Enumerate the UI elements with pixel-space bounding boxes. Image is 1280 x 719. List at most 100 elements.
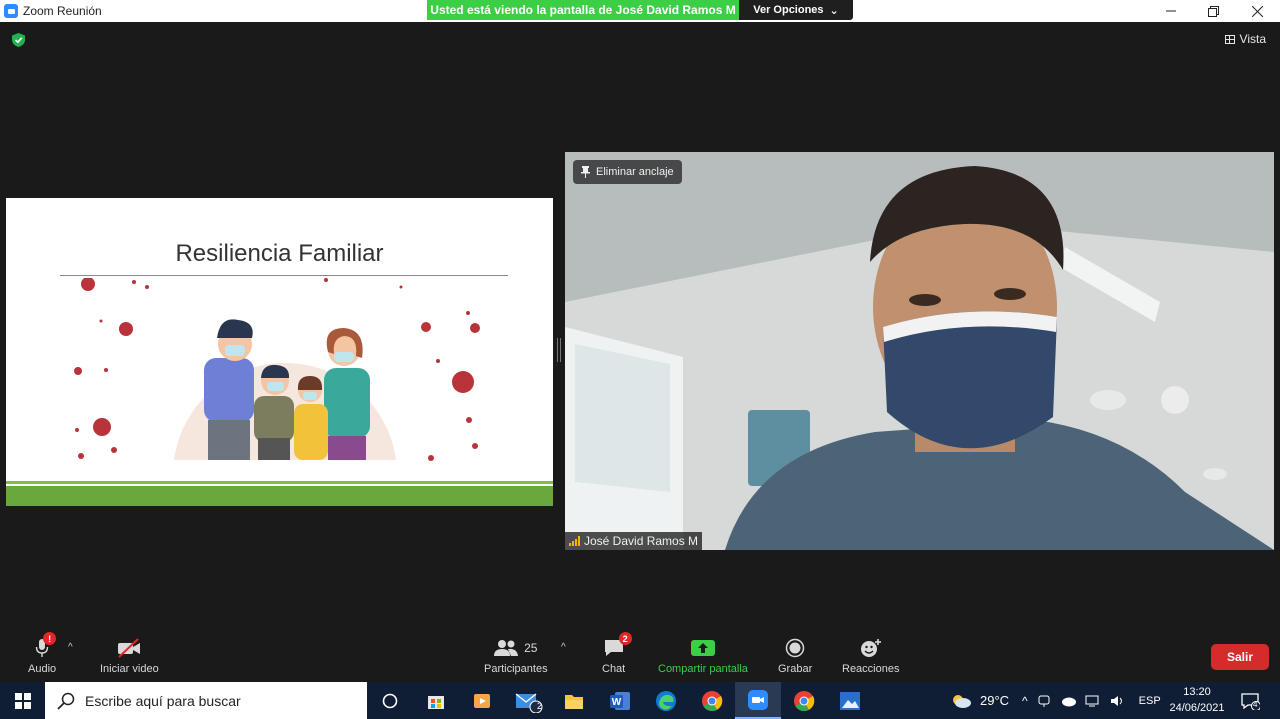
action-center-button[interactable]: 4: [1240, 682, 1260, 719]
participants-options-caret-icon[interactable]: ^: [561, 642, 566, 653]
cloud-sun-icon: [953, 694, 971, 708]
close-icon: [1251, 5, 1263, 17]
chat-button[interactable]: 2 Chat: [602, 632, 632, 675]
zoom-app-icon: [4, 4, 18, 18]
minimize-button[interactable]: [1148, 0, 1194, 22]
store-icon: [428, 695, 444, 709]
record-label: Grabar: [778, 663, 813, 675]
windows-taskbar: Escribe aquí para buscar 2 W 29°C ^ ESP …: [0, 682, 1280, 719]
screen-share-banner: Usted está viendo la pantalla de José Da…: [427, 0, 739, 20]
folder-icon: [565, 694, 583, 709]
start-video-label: Iniciar video: [100, 663, 159, 675]
photos-icon: [840, 691, 860, 710]
family-masks-illustration: [74, 278, 480, 461]
slide-footer-accent: [6, 481, 553, 484]
system-tray: ^ ESP: [1022, 682, 1161, 719]
record-icon: [785, 638, 805, 658]
participants-icon: [494, 640, 519, 656]
chat-label: Chat: [602, 663, 626, 675]
share-screen-button[interactable]: Compartir pantalla: [658, 636, 748, 675]
temperature: 29°C: [980, 693, 1010, 708]
windows-logo-icon: [14, 692, 31, 709]
chevron-down-icon: ⌄: [829, 4, 839, 17]
network-icon[interactable]: [1085, 694, 1101, 708]
start-video-button[interactable]: Iniciar video: [100, 636, 159, 675]
participants-label: Participantes: [484, 663, 548, 675]
camera-tray-icon[interactable]: [1037, 694, 1051, 708]
task-view-button[interactable]: [367, 682, 413, 719]
taskbar-chrome-2[interactable]: [781, 682, 827, 719]
taskbar-edge[interactable]: [643, 682, 689, 719]
share-screen-label: Compartir pantalla: [658, 663, 748, 675]
participant-name-tag: José David Ramos M: [565, 532, 703, 550]
shared-screen-slide: Resiliencia Familiar: [6, 198, 553, 506]
mail-badge: 2: [537, 701, 543, 711]
emoji-plus-icon: [860, 639, 881, 657]
slide-title-underline: [60, 275, 508, 276]
audio-label: Audio: [28, 663, 57, 675]
meeting-area: Vista Resiliencia Familiar Eliminar ancl…: [0, 22, 1280, 630]
meeting-toolbar: ! Audio ^ Iniciar video 25 Participantes…: [0, 630, 1280, 682]
participant-video-tile[interactable]: Eliminar anclaje José David Ramos M: [565, 152, 1274, 550]
taskbar-search-box[interactable]: Escribe aquí para buscar: [45, 682, 367, 719]
pin-icon: [581, 166, 590, 178]
taskbar-mail[interactable]: 2: [505, 682, 551, 719]
start-button[interactable]: [0, 682, 45, 719]
taskbar-zoom[interactable]: [735, 682, 781, 719]
chrome-icon: [794, 690, 815, 711]
restore-icon: [1207, 5, 1219, 17]
view-options-button[interactable]: Ver Opciones ⌄: [739, 0, 853, 20]
window-title: Zoom Reunión: [23, 4, 102, 18]
record-button[interactable]: Grabar: [778, 636, 812, 675]
audio-options-caret-icon[interactable]: ^: [68, 642, 73, 653]
participant-name: José David Ramos M: [584, 534, 699, 548]
chat-unread-badge: 2: [618, 632, 632, 645]
encryption-shield-icon[interactable]: [12, 33, 25, 47]
participant-video-feed: [565, 152, 1274, 550]
minimize-icon: [1166, 10, 1176, 12]
notification-count: 4: [1253, 700, 1258, 709]
share-screen-icon: [690, 640, 715, 656]
input-language[interactable]: ESP: [1139, 695, 1161, 707]
edge-icon: [656, 690, 676, 711]
taskbar-photos[interactable]: [827, 682, 873, 719]
task-view-icon: [382, 693, 398, 708]
word-icon: W: [610, 691, 630, 710]
chrome-icon: [702, 690, 723, 711]
grid-icon: [1224, 34, 1235, 44]
tray-overflow-chevron-icon[interactable]: ^: [1022, 694, 1028, 708]
taskbar-store[interactable]: [413, 682, 459, 719]
view-options-label: Ver Opciones: [753, 4, 824, 16]
view-button[interactable]: Vista: [1224, 32, 1266, 46]
layout-resize-handle[interactable]: [557, 338, 561, 362]
participants-button[interactable]: 25 Participantes: [484, 636, 548, 675]
media-player-icon: [474, 693, 490, 708]
clock-date: 24/06/2021: [1169, 702, 1225, 714]
search-icon: [57, 692, 75, 710]
unpin-button[interactable]: Eliminar anclaje: [573, 160, 682, 184]
slide-footer-bar: [6, 486, 553, 506]
taskbar-clock[interactable]: 13:20 24/06/2021: [1162, 684, 1232, 716]
audio-button[interactable]: ! Audio: [28, 632, 57, 675]
taskbar-media-player[interactable]: [459, 682, 505, 719]
onedrive-cloud-icon[interactable]: [1060, 695, 1076, 707]
weather-widget[interactable]: 29°C: [950, 682, 1009, 719]
reactions-label: Reacciones: [842, 663, 900, 675]
clock-time: 13:20: [1183, 686, 1211, 698]
view-label: Vista: [1239, 32, 1266, 46]
taskbar-word[interactable]: W: [597, 682, 643, 719]
slide-title: Resiliencia Familiar: [175, 240, 384, 267]
restore-button[interactable]: [1190, 0, 1236, 22]
close-button[interactable]: [1234, 0, 1280, 22]
search-placeholder: Escribe aquí para buscar: [85, 692, 241, 709]
unpin-label: Eliminar anclaje: [596, 166, 674, 178]
reactions-button[interactable]: Reacciones: [842, 636, 899, 675]
share-banner-text: Usted está viendo la pantalla de José Da…: [430, 3, 736, 17]
taskbar-chrome[interactable]: [689, 682, 735, 719]
leave-label: Salir: [1226, 650, 1253, 664]
video-off-icon: [118, 638, 141, 658]
leave-meeting-button[interactable]: Salir: [1211, 644, 1269, 670]
taskbar-file-explorer[interactable]: [551, 682, 597, 719]
volume-icon[interactable]: [1110, 694, 1126, 708]
audio-warning-badge: !: [43, 632, 57, 645]
